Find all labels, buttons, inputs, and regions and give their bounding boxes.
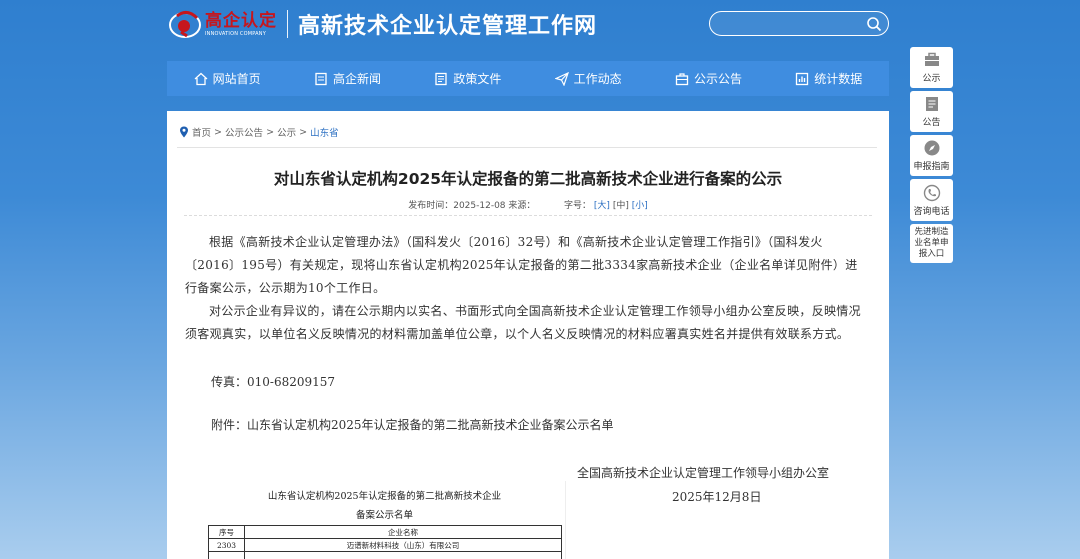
breadcrumb-sep: > — [266, 126, 275, 138]
news-icon — [315, 72, 327, 85]
home-icon — [194, 72, 208, 85]
main-nav: 网站首页 高企新闻 政策文件 工作动态 公示公告 统计数据 — [167, 61, 889, 96]
location-pin-icon — [180, 126, 188, 138]
search-input[interactable] — [709, 11, 889, 36]
paragraph-2: 对公示企业有异议的，请在公示期内以实名、书面形式向全国高新技术企业认定管理工作领… — [185, 304, 861, 341]
publish-info: 发布时间：2025-12-08 来源： — [408, 201, 536, 211]
breadcrumb-home[interactable]: 首页 — [192, 125, 211, 139]
attachment-table: 序号 企业名称 2303 迈谱新材料科技（山东）有限公司 — [208, 525, 562, 559]
breadcrumb-level1[interactable]: 公示公告 — [225, 125, 263, 139]
table-header-cell: 企业名称 — [244, 525, 562, 539]
side-btn-label: 公告 — [922, 118, 941, 128]
side-btn-label: 先进制造业名单申报入口 — [914, 227, 949, 259]
fax-line: 传真：010-68209157 — [211, 375, 336, 389]
table-cell — [208, 551, 245, 559]
side-btn-label: 咨询电话 — [913, 206, 950, 217]
font-size-small-link[interactable]: [小] — [632, 201, 648, 211]
site-title: 高新技术企业认定管理工作网 — [298, 13, 598, 39]
nav-item-notice[interactable]: 公示公告 — [675, 70, 742, 87]
side-btn-announcement[interactable]: 公告 — [910, 91, 953, 132]
side-btn-guide[interactable]: 申报指南 — [910, 135, 953, 176]
meta-divider — [184, 215, 872, 216]
table-row — [208, 551, 562, 559]
compass-icon — [924, 140, 939, 156]
table-row: 2303 迈谱新材料科技（山东）有限公司 — [208, 538, 562, 552]
signature-date: 2025年12月8日 — [672, 490, 762, 504]
send-icon — [554, 71, 569, 86]
side-btn-phone[interactable]: 咨询电话 — [910, 179, 953, 221]
content-panel: 首页 > 公示公告 > 公示 > 山东省 对山东省认定机构2025年认定报备的第… — [167, 111, 889, 559]
article-title: 对山东省认定机构2025年认定报备的第二批高新技术企业进行备案的公示 — [273, 170, 783, 188]
breadcrumb-sep: > — [299, 126, 308, 138]
nav-label: 工作动态 — [573, 72, 622, 86]
font-size-medium-link[interactable]: [中] — [613, 201, 629, 211]
nav-label: 网站首页 — [212, 72, 261, 86]
breadcrumb-current[interactable]: 山东省 — [310, 125, 339, 139]
logo-subtext: INNOVATION COMPANY — [205, 30, 266, 37]
breadcrumb: 首页 > 公示公告 > 公示 > 山东省 — [179, 125, 339, 139]
side-btn-publicity[interactable]: 公示 — [910, 47, 953, 88]
nav-item-policy[interactable]: 政策文件 — [434, 70, 501, 87]
nav-label: 统计数据 — [814, 72, 863, 86]
attachment-divider — [565, 481, 566, 559]
site-logo[interactable]: 高企认定 INNOVATION COMPANY 高新技术企业认定管理工作网 — [167, 4, 597, 44]
paragraph-1: 根据《高新技术企业认定管理办法》（国科发火〔2016〕32号）和《高新技术企业认… — [185, 235, 858, 295]
table-header-row: 序号 企业名称 — [208, 525, 562, 539]
chart-icon — [796, 72, 809, 85]
logo-mark-icon — [167, 6, 203, 42]
briefcase-icon — [924, 52, 939, 66]
table-cell — [244, 551, 562, 559]
side-btn-manufacturing-entry[interactable]: 先进制造业名单申报入口 — [910, 224, 953, 263]
attachment-doc-title-line1: 山东省认定机构2025年认定报备的第二批高新技术企业 — [267, 491, 502, 502]
breadcrumb-level2[interactable]: 公示 — [277, 125, 296, 139]
nav-item-stats[interactable]: 统计数据 — [795, 70, 862, 87]
attachment-doc-title-line2: 备案公示名单 — [355, 510, 413, 521]
font-size-large-link[interactable]: [大] — [594, 201, 610, 211]
nav-item-work[interactable]: 工作动态 — [554, 70, 622, 87]
table-header-cell: 序号 — [208, 525, 245, 539]
font-size-label: 字号： — [564, 201, 592, 211]
table-cell: 迈谱新材料科技（山东）有限公司 — [244, 538, 562, 552]
notice-icon — [925, 97, 938, 111]
document-icon — [435, 72, 447, 85]
briefcase-icon — [675, 72, 689, 85]
article-body: 根据《高新技术企业认定管理办法》（国科发火〔2016〕32号）和《高新技术企业认… — [185, 231, 865, 346]
logo-text: 高企认定 — [205, 10, 277, 31]
side-btn-label: 公示 — [922, 74, 941, 84]
search-icon[interactable] — [866, 16, 882, 32]
attachment-link[interactable]: 附件：山东省认定机构2025年认定报备的第二批高新技术企业备案公示名单 — [211, 416, 614, 433]
signature-org: 全国高新技术企业认定管理工作领导小组办公室 — [577, 466, 830, 480]
nav-label: 政策文件 — [453, 72, 502, 86]
logo-divider — [287, 10, 288, 38]
nav-label: 公示公告 — [693, 72, 742, 86]
breadcrumb-sep: > — [214, 126, 223, 138]
nav-label: 高企新闻 — [332, 72, 381, 86]
side-btn-label: 申报指南 — [913, 162, 950, 172]
nav-item-home[interactable]: 网站首页 — [194, 70, 261, 87]
article-meta: 发布时间：2025-12-08 来源： 字号： [大] [中] [小] — [167, 198, 889, 211]
nav-item-news[interactable]: 高企新闻 — [314, 70, 381, 87]
breadcrumb-divider — [177, 147, 877, 148]
table-cell: 2303 — [208, 538, 245, 552]
attachment-doc-title: 山东省认定机构2025年认定报备的第二批高新技术企业 备案公示名单 — [207, 487, 562, 525]
phone-icon — [923, 184, 940, 201]
side-toolbar: 公示 公告 申报指南 咨询电话 先进制造业名单申报入口 — [910, 47, 953, 266]
